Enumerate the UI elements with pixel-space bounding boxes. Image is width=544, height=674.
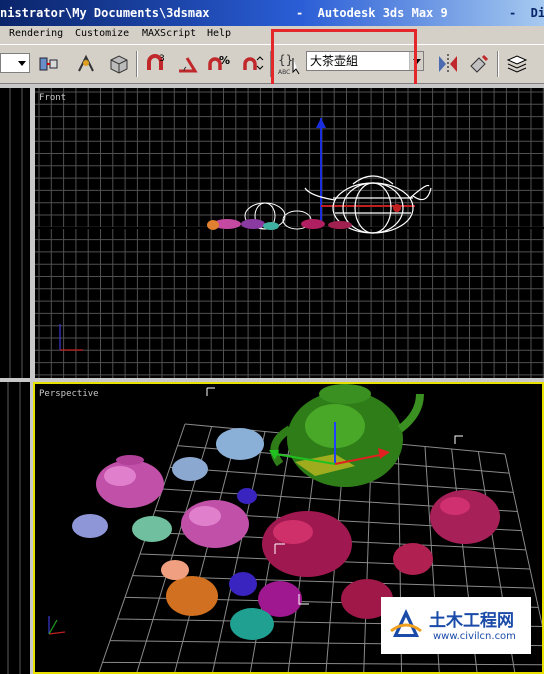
front-viewport-label[interactable]: Front	[39, 93, 66, 103]
left-viewport-bottom[interactable]	[0, 382, 30, 674]
civil-engineering-logo-icon	[390, 609, 422, 637]
perspective-viewport-label[interactable]: Perspective	[39, 389, 99, 399]
3ds-max-window: nistrator\My Documents\3dsmax - Autodesk…	[0, 0, 544, 674]
title-right-fragment: - Disp	[509, 6, 544, 20]
chevron-down-icon	[18, 61, 26, 66]
viewport-area: /*grid*/	[0, 84, 544, 674]
menu-maxscript[interactable]: MAXScript	[142, 28, 196, 39]
front-viewport[interactable]: Front	[35, 88, 544, 378]
select-and-link-icon[interactable]	[36, 51, 62, 77]
menu-rendering[interactable]: Rendering	[9, 28, 63, 39]
toolbar-separator	[497, 51, 499, 77]
snap-3d-icon[interactable]: 3	[143, 51, 169, 77]
watermark-logo: 土木工程网 www.civilcn.com	[381, 597, 531, 654]
align-icon[interactable]	[466, 51, 492, 77]
title-bar: nistrator\My Documents\3dsmax - Autodesk…	[0, 0, 544, 26]
left-viewport-top[interactable]: /*grid*/	[0, 88, 30, 378]
percent-snap-label: %	[219, 54, 230, 67]
toolbar-separator	[136, 51, 138, 77]
spinner-snap-icon[interactable]	[239, 51, 265, 77]
menu-help[interactable]: Help	[207, 28, 231, 39]
mirror-icon[interactable]	[435, 51, 461, 77]
watermark-title: 土木工程网	[429, 611, 514, 631]
percent-snap-icon[interactable]: %	[206, 51, 232, 77]
selection-filter-dropdown[interactable]	[0, 53, 30, 73]
angle-snap-icon[interactable]	[174, 51, 200, 77]
select-object-icon[interactable]	[106, 51, 132, 77]
snap-3d-label: 3	[159, 54, 165, 64]
watermark-url: www.civilcn.com	[433, 631, 516, 642]
bind-to-space-warp-icon[interactable]	[73, 51, 99, 77]
menu-customize[interactable]: Customize	[75, 28, 129, 39]
title-path: nistrator\My Documents\3dsmax	[0, 6, 210, 20]
layer-manager-icon[interactable]	[504, 51, 530, 77]
title-app-name: - Autodesk 3ds Max 9	[296, 6, 448, 20]
